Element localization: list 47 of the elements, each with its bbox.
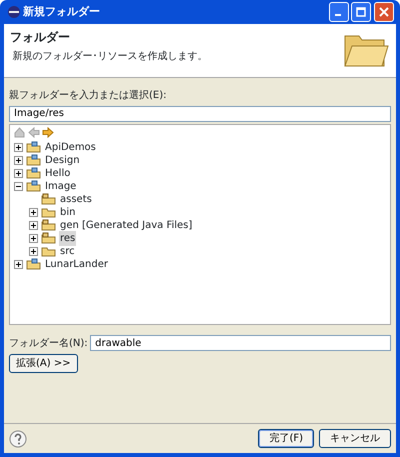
tree-item[interactable]: Hello	[44, 166, 72, 180]
tree-item[interactable]: res	[59, 230, 76, 246]
expand-toggle-icon[interactable]	[14, 168, 23, 178]
tree-item[interactable]: Design	[44, 152, 81, 168]
tree-item[interactable]: assets	[59, 192, 93, 206]
package-folder-icon	[41, 193, 56, 205]
tree-item[interactable]: Image	[44, 178, 78, 194]
expand-toggle-icon[interactable]	[14, 142, 23, 152]
field-label: 親フォルダーを入力または選択(E):	[9, 88, 168, 103]
advanced-button[interactable]: 拡張(A) >>	[9, 354, 78, 372]
project-folder-icon	[26, 180, 41, 192]
folder-name-field[interactable]: drawable	[90, 335, 391, 351]
package-folder-icon	[41, 219, 56, 231]
minimize-button[interactable]	[328, 2, 348, 22]
help-icon[interactable]	[9, 430, 27, 448]
expand-toggle-icon[interactable]	[14, 260, 23, 268]
parent-folder-field[interactable]: Image/res	[9, 106, 391, 122]
project-folder-icon	[26, 141, 41, 153]
maximize-button[interactable]	[351, 2, 371, 22]
app-icon	[6, 5, 20, 19]
folder-icon	[41, 206, 56, 218]
field-label: フォルダー名(N):	[9, 336, 88, 350]
close-icon	[378, 7, 388, 17]
project-folder-icon	[26, 167, 41, 179]
package-folder-icon	[41, 232, 56, 244]
tree-item[interactable]: LunarLander	[44, 256, 109, 272]
tree-item[interactable]: ApiDemos	[44, 140, 97, 154]
expand-toggle-icon[interactable]	[29, 208, 38, 216]
cancel-button[interactable]: キャンセル	[319, 429, 391, 448]
expand-toggle-icon[interactable]	[29, 234, 38, 242]
folder-icon	[41, 245, 56, 257]
project-folder-icon	[26, 154, 41, 166]
expand-toggle-icon[interactable]	[14, 156, 23, 164]
expand-toggle-icon[interactable]	[29, 246, 38, 256]
window-title: 新規フォルダー	[23, 4, 101, 20]
project-folder-icon	[26, 258, 41, 270]
expand-toggle-icon[interactable]	[29, 220, 38, 230]
tree-item[interactable]: src	[59, 244, 76, 258]
maximize-icon	[356, 7, 366, 17]
close-button[interactable]	[374, 2, 394, 22]
collapse-toggle-icon[interactable]	[14, 182, 23, 190]
finish-button[interactable]: 完了(F)	[258, 429, 314, 448]
tree-item[interactable]: gen [Generated Java Files]	[59, 218, 194, 232]
header-description: 新規のフォルダー･リソースを作成します。	[12, 50, 208, 64]
header-title: フォルダー	[10, 29, 71, 46]
tree-item[interactable]: bin	[59, 204, 76, 220]
forward-arrow-icon[interactable]	[42, 127, 54, 138]
